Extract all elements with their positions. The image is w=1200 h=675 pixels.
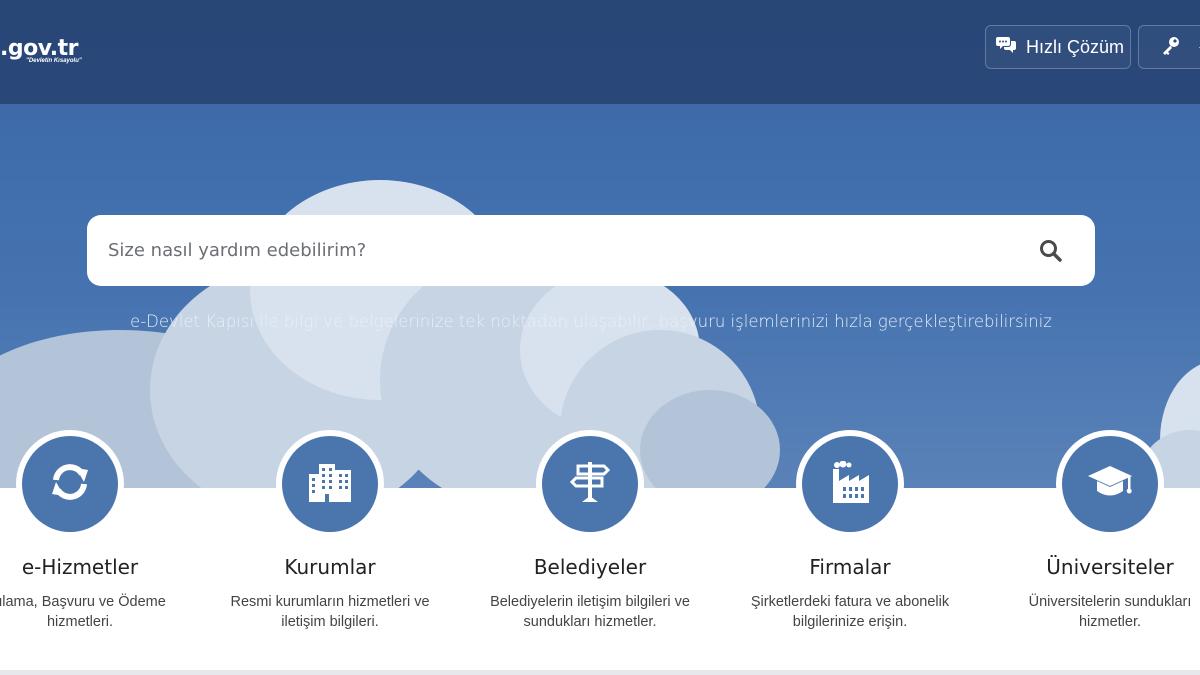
- refresh-icon: [48, 460, 92, 508]
- card-title: Kurumlar: [284, 555, 376, 579]
- search-icon[interactable]: [1039, 239, 1063, 263]
- icon-ring: [16, 430, 124, 538]
- icon-circle: [282, 436, 378, 532]
- card-description: Üniversitelerin sundukları hizmetler.: [1028, 594, 1192, 630]
- card-description: Şirketlerdeki fatura ve abonelik bilgile…: [750, 594, 950, 630]
- icon-circle: [1062, 436, 1158, 532]
- quick-solution-button[interactable]: Hızlı Çözüm: [985, 25, 1131, 69]
- quick-solution-label: Hızlı Çözüm: [1026, 36, 1125, 57]
- chat-bubbles-icon: [996, 36, 1016, 58]
- login-button[interactable]: [1138, 25, 1200, 69]
- icon-circle: [542, 436, 638, 532]
- card-description: ulama, Başvuru ve Ödeme hizmetleri.: [0, 594, 166, 630]
- category-card-firmalar[interactable]: Firmalar Şirketlerdeki fatura ve aboneli…: [720, 430, 980, 660]
- key-icon: [1161, 35, 1181, 59]
- icon-ring: [536, 430, 644, 538]
- building-icon: [307, 462, 353, 506]
- icon-ring: [276, 430, 384, 538]
- icon-circle: [802, 436, 898, 532]
- card-title: Üniversiteler: [1046, 555, 1174, 579]
- category-card-belediyeler[interactable]: Belediyeler Belediyelerin iletişim bilgi…: [460, 430, 720, 660]
- category-card-universiteler[interactable]: Üniversiteler Üniversitelerin sundukları…: [980, 430, 1200, 660]
- icon-ring: [1056, 430, 1164, 538]
- card-title: Firmalar: [809, 555, 891, 579]
- section-divider: [0, 670, 1200, 675]
- card-description: Resmi kurumların hizmetleri ve iletişim …: [230, 594, 430, 630]
- category-card-kurumlar[interactable]: Kurumlar Resmi kurumların hizmetleri ve …: [200, 430, 460, 660]
- category-card-e-hizmetler[interactable]: e-Hizmetler ulama, Başvuru ve Ödeme hizm…: [0, 430, 200, 660]
- site-logo-slogan: "Devletin Kısayolu": [26, 58, 82, 64]
- top-navigation-bar: .gov.tr "Devletin Kısayolu" Hızlı Çözüm: [0, 0, 1200, 104]
- factory-icon: [827, 460, 873, 507]
- card-title: e-Hizmetler: [21, 555, 139, 579]
- icon-circle: [22, 436, 118, 532]
- card-title: Belediyeler: [533, 555, 647, 579]
- search-input[interactable]: [106, 229, 990, 272]
- icon-ring: [796, 430, 904, 538]
- signpost-icon: [568, 460, 612, 508]
- graduation-cap-icon: [1086, 462, 1134, 506]
- card-description: Belediyelerin iletişim bilgileri ve sund…: [490, 594, 690, 630]
- search-bar: [87, 215, 1095, 286]
- hero-tagline: e-Devlet Kapısı ile bilgi ve belgelerini…: [130, 312, 1052, 331]
